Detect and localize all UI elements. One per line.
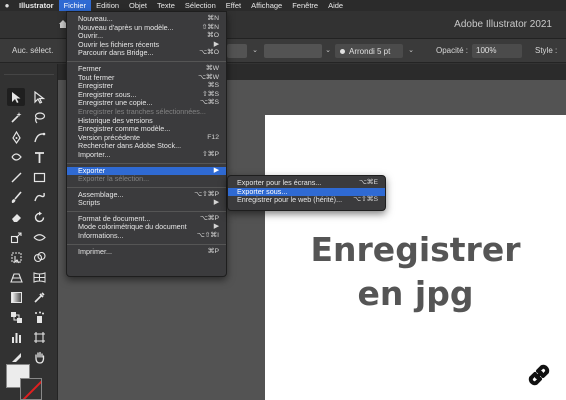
menubar-item-selection[interactable]: Sélection [180,0,221,11]
stroke-profile-value: Arrondi 5 pt [349,46,391,56]
app-title: Adobe Illustrator 2021 [454,19,552,30]
fill-dropdown[interactable] [227,44,247,58]
eraser-icon[interactable] [7,208,25,226]
tools-panel [0,64,58,400]
perspective-icon[interactable] [7,268,25,286]
mesh-icon[interactable] [30,268,48,286]
rotate-icon[interactable] [30,208,48,226]
symbol-sprayer-icon[interactable] [30,308,48,326]
scale-icon[interactable] [7,228,25,246]
menu-item-informations[interactable]: Informations... ⌥⇧⌘I [67,231,226,241]
menu-separator [67,60,226,62]
line-icon[interactable] [7,168,25,186]
menu-separator [67,243,226,245]
apple-icon[interactable]: ● [0,1,14,10]
macos-menubar: ● Illustrator Fichier Edition Objet Text… [0,0,566,11]
curvature-icon[interactable] [30,128,48,146]
artboard-headline: Enregistrer en jpg [265,228,566,316]
rectangle-icon[interactable] [30,168,48,186]
submenu-item-enregistrer-web[interactable]: Enregistrer pour le web (hérité)... ⌥⇧⌘S [228,195,385,205]
menubar-item-fichier[interactable]: Fichier [58,0,92,11]
headline-line-2: en jpg [357,274,474,313]
menubar-item-fenetre[interactable]: Fenêtre [287,0,323,11]
lasso-icon[interactable] [30,108,48,126]
free-transform-icon[interactable] [7,248,25,266]
stroke-profile-dropdown[interactable]: Arrondi 5 pt [335,44,403,58]
export-submenu: Exporter pour les écrans... ⌥⌘E Exporter … [227,175,386,211]
menubar-item-aide[interactable]: Aide [323,0,348,11]
stroke-weight-dropdown[interactable] [264,44,322,58]
file-menu-dropdown: Nouveau... ⌘N Nouveau d'après un modèle..… [66,11,227,277]
menu-item-exporter-selection: Exporter la sélection... [78,174,150,184]
pen-icon[interactable] [7,128,25,146]
menu-item-importer[interactable]: Importer... ⇧⌘P [67,150,226,160]
selection-status-label: Auc. sélect. [12,46,54,55]
panel-grip[interactable] [4,67,54,75]
opacity-label: Opacité : [436,46,469,55]
type-icon[interactable] [30,148,48,166]
gradient-icon[interactable] [7,288,25,306]
submenu-arrow-icon: ▶ [213,166,219,174]
menubar-app-name[interactable]: Illustrator [14,0,59,11]
menu-item-scripts[interactable]: Scripts ▶ [67,198,226,208]
stroke-color-swatch[interactable] [20,378,42,400]
menubar-item-effet[interactable]: Effet [221,0,246,11]
opacity-input[interactable]: 100% [472,44,522,58]
style-label: Style : [535,46,558,55]
hand-icon[interactable] [30,348,48,366]
direct-selection-tool-icon[interactable] [30,88,48,106]
menu-item-parcourir-bridge[interactable]: Parcourir dans Bridge... ⌥⌘O [67,49,226,58]
menu-separator [67,210,226,212]
round-brush-icon [340,48,345,54]
submenu-arrow-icon: ▶ [213,223,219,231]
chevron-down-icon[interactable]: ⌄ [405,44,417,58]
link-badge-icon [518,354,560,396]
menu-item-imprimer[interactable]: Imprimer... ⌘P [67,247,226,257]
submenu-arrow-icon: ▶ [213,199,219,207]
graph-icon[interactable] [7,328,25,346]
selection-tool-icon[interactable] [7,88,25,106]
headline-line-1: Enregistrer [310,230,521,269]
menubar-item-edition[interactable]: Edition [91,0,124,11]
magic-wand-icon[interactable] [7,108,25,126]
shape-builder-icon[interactable] [30,248,48,266]
menubar-item-objet[interactable]: Objet [124,0,152,11]
menubar-item-texte[interactable]: Texte [152,0,180,11]
menubar-item-affichage[interactable]: Affichage [246,0,287,11]
shaper-icon[interactable] [30,188,48,206]
chevron-down-icon[interactable]: ⌄ [322,44,334,58]
menu-separator [67,162,226,164]
blend-icon[interactable] [7,308,25,326]
menu-separator [67,186,226,188]
width-icon[interactable] [30,228,48,246]
eyedropper-icon[interactable] [30,288,48,306]
paintbrush-icon[interactable] [7,188,25,206]
artboard-icon[interactable] [30,328,48,346]
curvature-pen-icon[interactable] [7,148,25,166]
chevron-down-icon[interactable]: ⌄ [249,44,261,58]
